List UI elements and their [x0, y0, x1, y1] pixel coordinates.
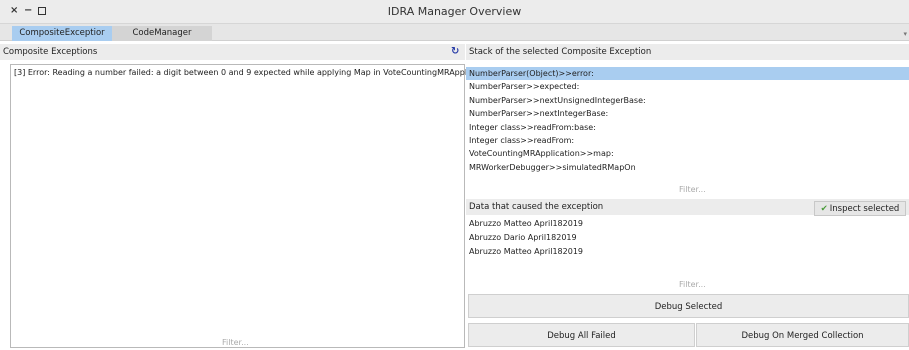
- data-item[interactable]: Abruzzo Dario April182019: [466, 231, 577, 245]
- tab-code-manager[interactable]: CodeManager: [112, 26, 212, 41]
- data-filter[interactable]: Filter...: [679, 280, 706, 289]
- refresh-icon[interactable]: ↻: [451, 45, 459, 58]
- window-title: IDRA Manager Overview: [387, 5, 522, 18]
- debug-all-failed-button[interactable]: Debug All Failed: [468, 323, 695, 347]
- inspect-selected-label: Inspect selected: [829, 204, 900, 214]
- chevron-down-icon[interactable]: ▾: [903, 30, 907, 38]
- list-item[interactable]: [3] Error: Reading a number failed: a di…: [14, 68, 494, 77]
- stack-item[interactable]: MRWorkerDebugger>>simulatedRMapOn: [466, 161, 909, 174]
- tab-bar: CompositeExceptior CodeManager: [0, 24, 909, 41]
- stack-item[interactable]: VoteCountingMRApplication>>map:: [466, 147, 909, 160]
- data-item[interactable]: Abruzzo Matteo April182019: [466, 245, 583, 259]
- check-icon: ✔: [820, 204, 828, 214]
- composite-exceptions-filter[interactable]: Filter...: [222, 338, 249, 347]
- stack-header: Stack of the selected Composite Exceptio…: [466, 44, 909, 60]
- composite-exceptions-list[interactable]: [3] Error: Reading a number failed: a di…: [10, 64, 494, 348]
- data-item[interactable]: Abruzzo Matteo April182019: [466, 217, 583, 231]
- stack-item[interactable]: NumberParser>>expected:: [466, 80, 909, 93]
- stack-item[interactable]: Integer class>>readFrom:base:: [466, 121, 909, 134]
- title-bar: × − IDRA Manager Overview: [0, 0, 909, 24]
- tab-composite-exceptions[interactable]: CompositeExceptior: [12, 26, 112, 41]
- stack-item[interactable]: NumberParser(Object)>>error:: [466, 67, 909, 81]
- debug-selected-button[interactable]: Debug Selected: [468, 294, 909, 318]
- debug-merged-collection-button[interactable]: Debug On Merged Collection: [696, 323, 909, 347]
- composite-exceptions-header: Composite Exceptions: [0, 44, 465, 60]
- stack-item[interactable]: Integer class>>readFrom:: [466, 134, 909, 147]
- stack-item[interactable]: NumberParser>>nextUnsignedIntegerBase:: [466, 94, 909, 107]
- stack-filter[interactable]: Filter...: [679, 185, 706, 194]
- inspect-selected-button[interactable]: ✔ Inspect selected: [814, 201, 906, 216]
- stack-item[interactable]: NumberParser>>nextIntegerBase:: [466, 107, 909, 120]
